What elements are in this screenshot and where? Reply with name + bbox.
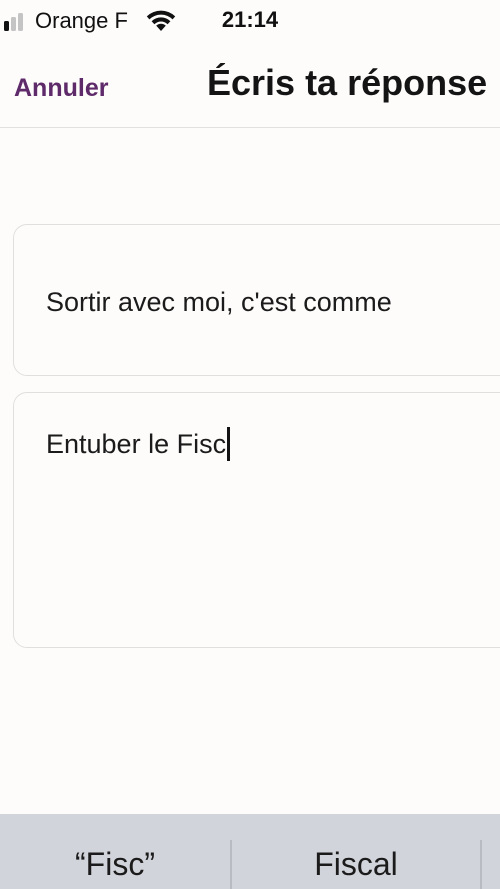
- prompt-card: Sortir avec moi, c'est comme: [13, 224, 500, 376]
- screen: Orange F 21:14 Annuler Écris ta réponse …: [0, 0, 500, 889]
- page-title: Écris ta réponse: [207, 62, 488, 103]
- keyboard-suggestion-bar: “Fisc” Fiscal: [0, 814, 500, 889]
- status-time: 21:14: [221, 7, 279, 32]
- answer-text-line: Entuber le Fisc: [46, 427, 231, 461]
- suggestion-word[interactable]: [482, 814, 500, 889]
- answer-value: Entuber le Fisc: [46, 429, 227, 459]
- suggestion-word[interactable]: Fiscal: [232, 814, 480, 889]
- cancel-button[interactable]: Annuler: [14, 72, 108, 104]
- status-bar: Orange F 21:14: [0, 0, 500, 44]
- suggestion-quoted-word[interactable]: “Fisc”: [0, 814, 230, 889]
- text-caret: [227, 427, 231, 461]
- suggestion-label: “Fisc”: [75, 846, 155, 882]
- answer-input[interactable]: Entuber le Fisc: [13, 392, 500, 648]
- prompt-text: Sortir avec moi, c'est comme: [46, 287, 392, 317]
- suggestion-label: Fiscal: [314, 846, 398, 882]
- nav-header: Annuler Écris ta réponse: [0, 44, 500, 128]
